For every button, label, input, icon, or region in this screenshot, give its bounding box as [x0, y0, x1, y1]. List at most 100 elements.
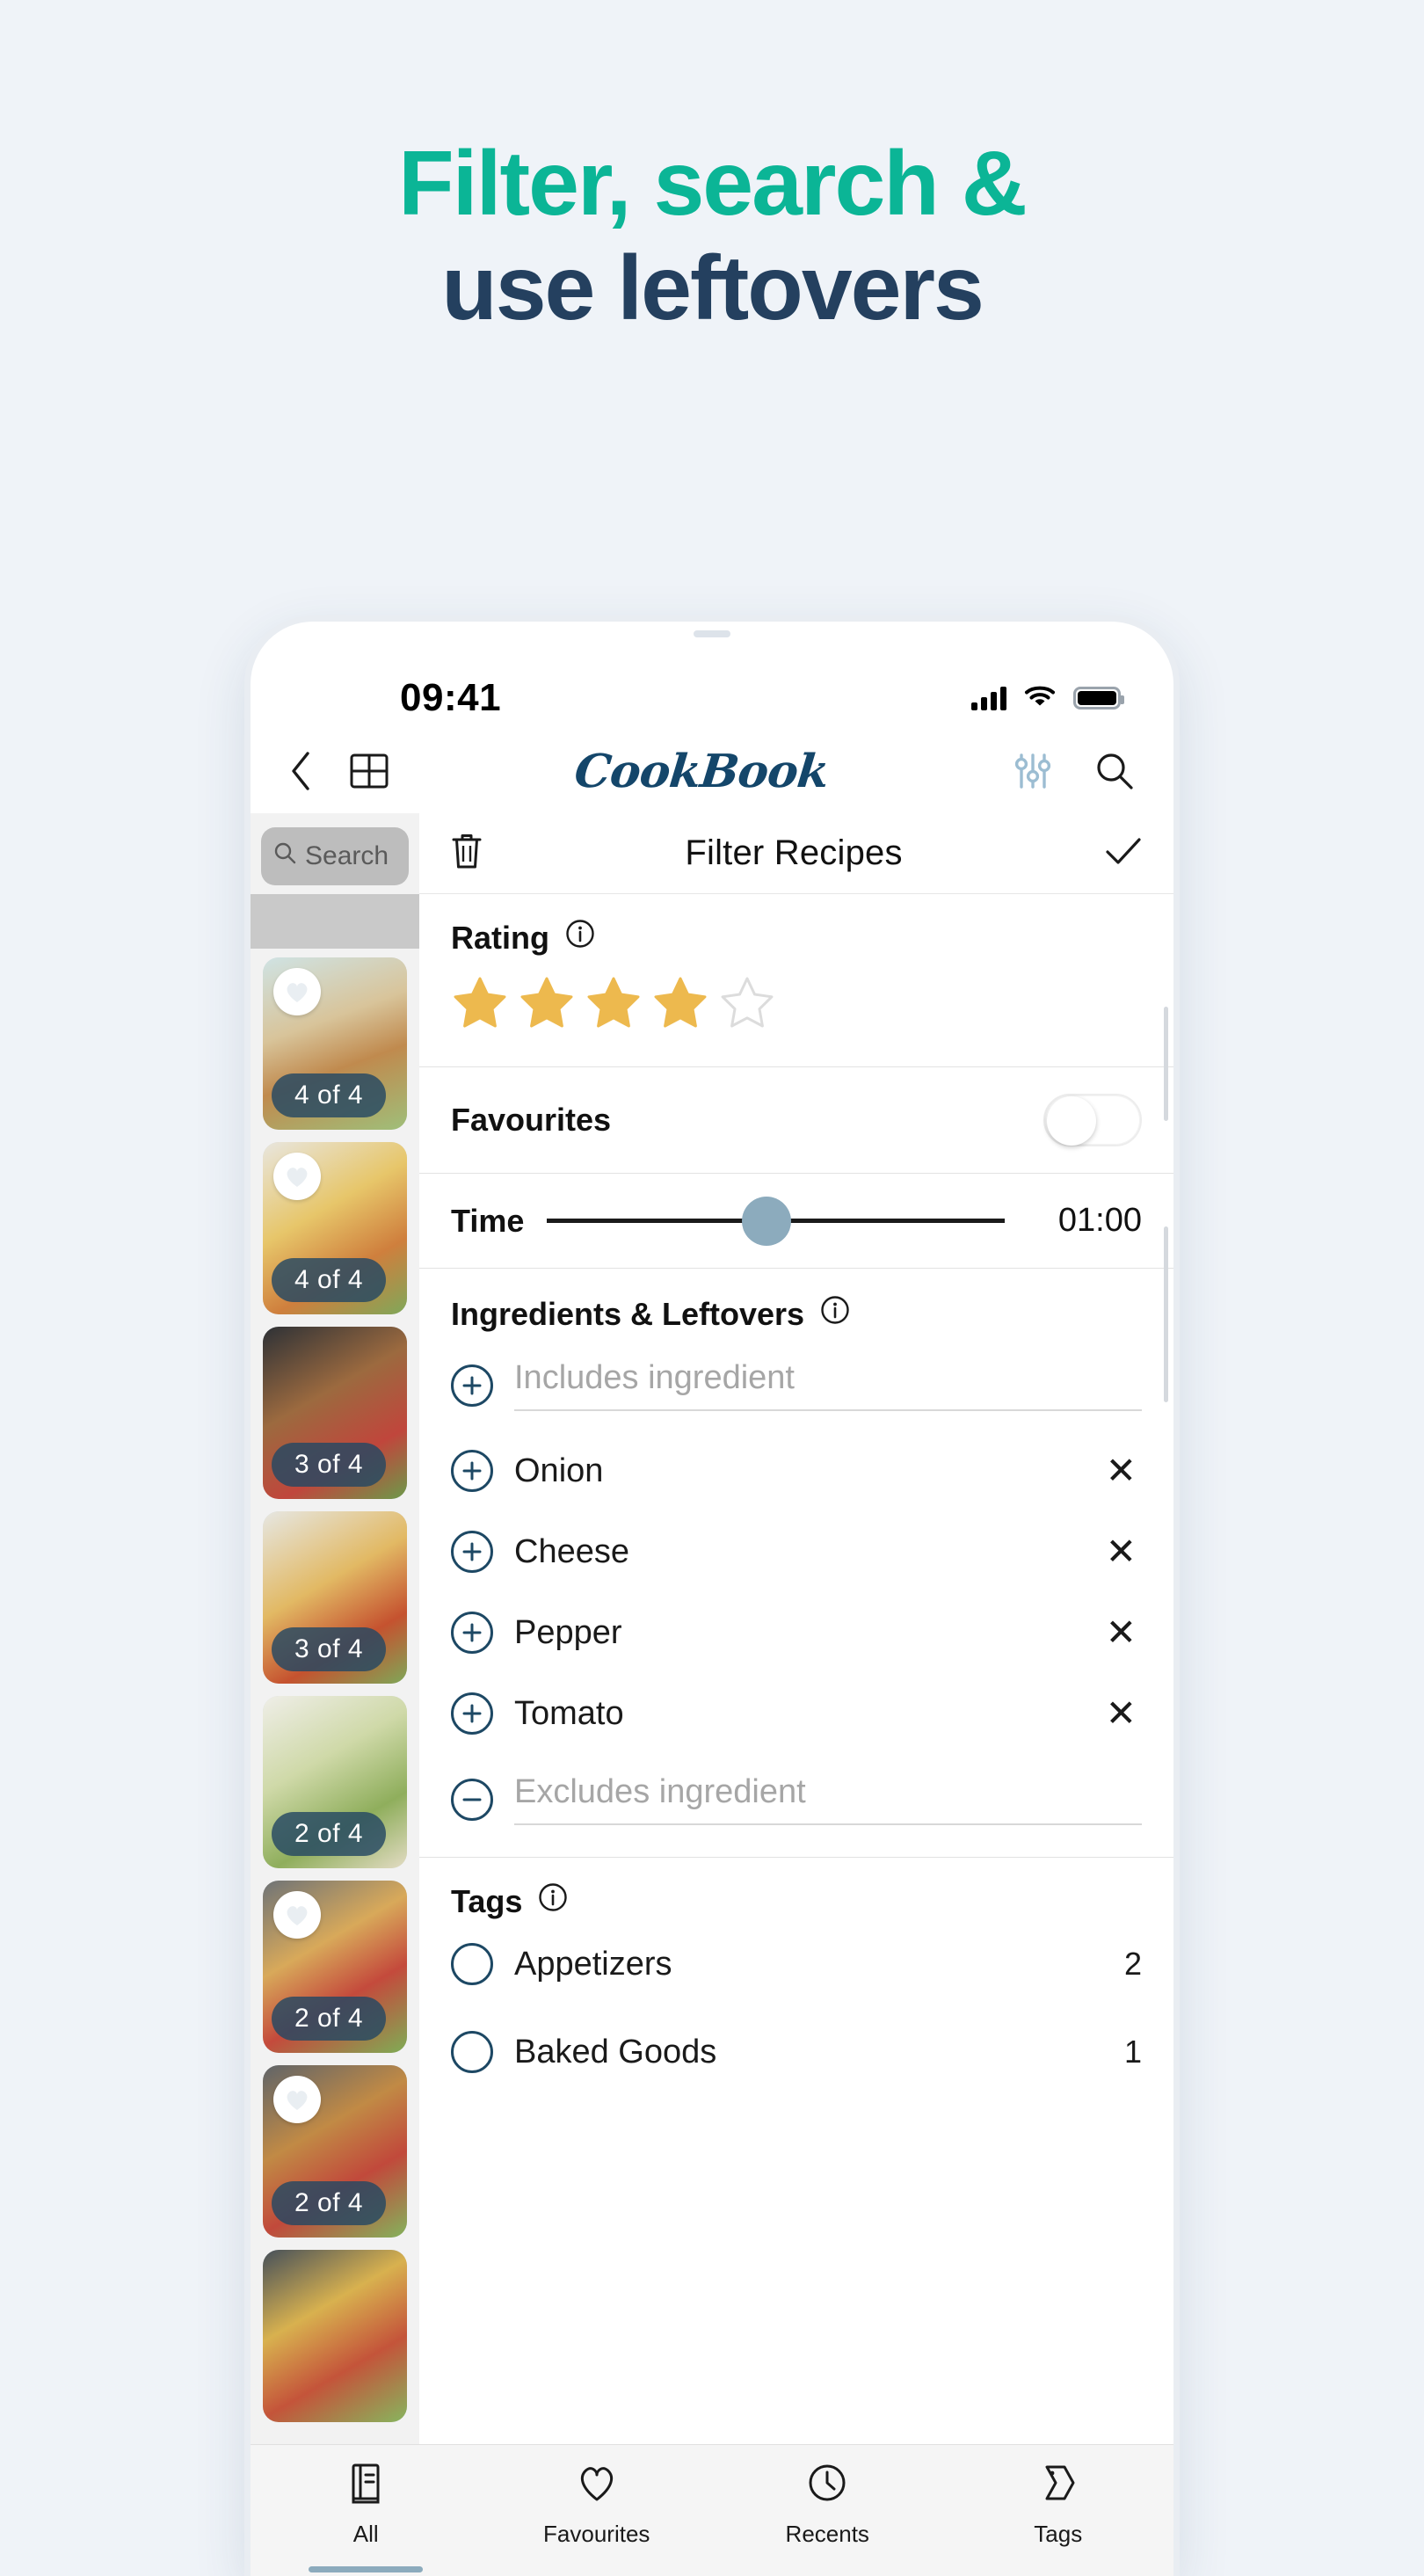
app-logo: CookBook: [571, 744, 832, 798]
plus-circle-icon[interactable]: [451, 1450, 493, 1492]
book-icon: [342, 2460, 389, 2512]
search-placeholder: Search: [305, 841, 389, 870]
plus-circle-icon[interactable]: [451, 1531, 493, 1573]
star-icon[interactable]: [653, 976, 708, 1033]
app-header: CookBook: [251, 729, 1173, 813]
filter-section-time: Time 01:00: [419, 1174, 1173, 1269]
close-icon[interactable]: ✕: [1106, 1533, 1142, 1570]
recipe-list-rail[interactable]: Search 4 of 4 4 of 4 3 of 4 3 of 4 2 of 4 2 o…: [251, 813, 419, 2444]
recipe-count-badge: 2 of 4: [272, 1997, 387, 2041]
minus-circle-icon[interactable]: [451, 1778, 493, 1821]
star-icon[interactable]: [720, 976, 774, 1033]
tab-tags[interactable]: Tags: [943, 2445, 1174, 2576]
battery-full-icon: [1073, 687, 1124, 709]
page-headline: Filter, search & use leftovers: [0, 0, 1424, 340]
active-tab-indicator: [309, 2566, 424, 2572]
toggle-knob: [1047, 1096, 1096, 1146]
recipe-count-badge: 2 of 4: [272, 2181, 387, 2225]
time-slider-thumb[interactable]: [742, 1196, 792, 1246]
rail-divider: [251, 894, 419, 949]
plus-circle-icon[interactable]: [451, 1692, 493, 1735]
filter-sliders-icon[interactable]: [1014, 752, 1052, 790]
search-icon[interactable]: [1094, 751, 1135, 791]
recipe-thumbnail[interactable]: 2 of 4: [263, 1696, 407, 1868]
recipe-thumbnail[interactable]: 3 of 4: [263, 1327, 407, 1499]
tag-row[interactable]: Baked Goods 1: [451, 2008, 1142, 2096]
time-label: Time: [451, 1202, 525, 1239]
star-icon[interactable]: [453, 976, 507, 1033]
ingredient-row[interactable]: Onion ✕: [451, 1430, 1142, 1511]
close-icon[interactable]: ✕: [1106, 1695, 1142, 1732]
recipe-count-badge: 3 of 4: [272, 1443, 387, 1487]
favourite-heart-icon[interactable]: [273, 968, 321, 1015]
tab-all[interactable]: All: [251, 2445, 482, 2576]
scrollbar[interactable]: [1164, 1007, 1168, 1121]
bottom-tab-bar[interactable]: All Favourites Recents Tags: [251, 2444, 1173, 2576]
tag-icon: [1035, 2460, 1082, 2512]
includes-ingredient-input[interactable]: Includes ingredient: [514, 1359, 1142, 1411]
star-icon[interactable]: [586, 976, 641, 1033]
ingredient-name: Tomato: [514, 1694, 624, 1732]
close-icon[interactable]: ✕: [1106, 1452, 1142, 1489]
recipe-thumbnail[interactable]: 2 of 4: [263, 2065, 407, 2238]
excludes-ingredient-input[interactable]: Excludes ingredient: [514, 1773, 1142, 1825]
tab-label: Tags: [1034, 2520, 1083, 2547]
headline-line-1: Filter, search &: [398, 133, 1028, 235]
tab-label: All: [352, 2520, 379, 2547]
grid-view-icon[interactable]: [349, 751, 389, 791]
info-icon[interactable]: [565, 919, 595, 957]
recipe-thumbnail[interactable]: 2 of 4: [263, 1881, 407, 2053]
info-icon[interactable]: [538, 1882, 568, 1920]
tags-label-row: Tags: [451, 1882, 1142, 1920]
recipe-thumbnail[interactable]: [263, 2250, 407, 2422]
recipe-thumbnail[interactable]: 4 of 4: [263, 1142, 407, 1314]
recipe-photo: [263, 2250, 407, 2422]
tag-count: 2: [1123, 1946, 1142, 1982]
includes-ingredient-row[interactable]: Includes ingredient: [451, 1333, 1142, 1430]
phone-mockup: 09:41 CookBook Search 4 of 4 4 of 4 3 of…: [244, 615, 1180, 2576]
tag-name: Baked Goods: [514, 2033, 717, 2070]
ingredients-label: Ingredients & Leftovers: [451, 1295, 805, 1332]
scrollbar[interactable]: [1164, 1226, 1168, 1402]
time-slider[interactable]: [547, 1196, 1005, 1246]
heart-icon: [573, 2460, 621, 2512]
filter-section-ingredients: Ingredients & Leftovers Includes ingredi…: [419, 1269, 1173, 1858]
tag-count: 1: [1123, 2034, 1142, 2070]
status-bar: 09:41: [251, 667, 1173, 729]
favourites-label: Favourites: [451, 1102, 612, 1138]
trash-icon[interactable]: [449, 831, 484, 876]
recipe-count-badge: 4 of 4: [272, 1073, 387, 1117]
plus-circle-icon[interactable]: [451, 1364, 493, 1407]
radio-empty-icon[interactable]: [451, 1943, 493, 1985]
tab-label: Favourites: [543, 2520, 650, 2547]
ingredient-row[interactable]: Tomato ✕: [451, 1673, 1142, 1754]
ingredient-row[interactable]: Pepper ✕: [451, 1592, 1142, 1673]
search-input[interactable]: Search: [261, 827, 409, 885]
filter-sheet: Filter Recipes Rating Favourites Time 01…: [419, 813, 1173, 2444]
favourite-heart-icon[interactable]: [273, 1891, 321, 1939]
recipe-thumbnail[interactable]: 3 of 4: [263, 1511, 407, 1684]
rating-label: Rating: [451, 919, 549, 956]
status-time: 09:41: [400, 676, 502, 719]
ingredient-row[interactable]: Cheese ✕: [451, 1511, 1142, 1592]
favourite-heart-icon[interactable]: [273, 2076, 321, 2123]
excludes-ingredient-row[interactable]: Excludes ingredient: [451, 1754, 1142, 1848]
chevron-left-icon[interactable]: [289, 751, 312, 791]
tag-row[interactable]: Appetizers 2: [451, 1920, 1142, 2008]
recipe-thumbnail[interactable]: 4 of 4: [263, 957, 407, 1130]
tab-label: Recents: [785, 2520, 869, 2547]
recipe-count-badge: 4 of 4: [272, 1258, 387, 1302]
plus-circle-icon[interactable]: [451, 1612, 493, 1654]
headline-line-2: use leftovers: [441, 236, 984, 339]
info-icon[interactable]: [820, 1295, 850, 1333]
favourite-heart-icon[interactable]: [273, 1153, 321, 1200]
tab-favourites[interactable]: Favourites: [482, 2445, 713, 2576]
favourites-toggle[interactable]: [1043, 1094, 1142, 1146]
check-icon[interactable]: [1103, 833, 1144, 873]
ingredients-label-row: Ingredients & Leftovers: [451, 1295, 1142, 1333]
rating-stars[interactable]: [453, 976, 1142, 1033]
tab-recents[interactable]: Recents: [712, 2445, 943, 2576]
star-icon[interactable]: [519, 976, 574, 1033]
close-icon[interactable]: ✕: [1106, 1614, 1142, 1651]
radio-empty-icon[interactable]: [451, 2031, 493, 2073]
